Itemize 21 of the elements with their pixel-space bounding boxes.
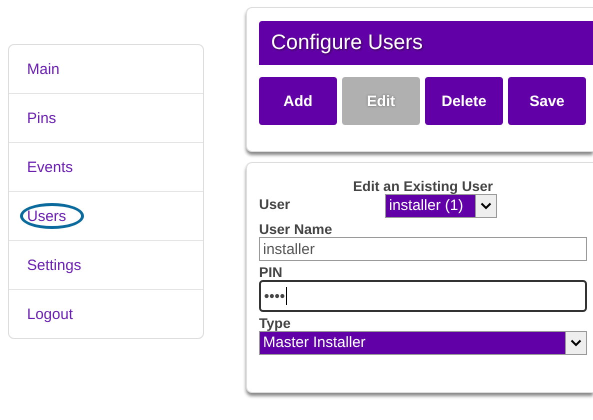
nav-link[interactable]: Pins: [27, 110, 56, 126]
dropdown[interactable]: installer (1): [385, 194, 497, 218]
action-button[interactable]: Add: [259, 77, 337, 125]
panel-title: Configure Users: [259, 21, 593, 65]
nav-link[interactable]: Events: [27, 158, 73, 176]
field-label: User Name: [259, 221, 332, 237]
chevron-down-icon: [480, 202, 492, 210]
chevron-down-icon: [570, 339, 582, 347]
action-button[interactable]: Delete: [425, 77, 503, 125]
nav-link[interactable]: Settings: [27, 256, 82, 274]
nav-link[interactable]: Users: [27, 208, 66, 224]
form-heading: Edit an Existing User: [352, 178, 494, 194]
action-button[interactable]: Save: [508, 77, 586, 125]
input-field[interactable]: installer: [259, 237, 587, 261]
dropdown[interactable]: Master Installer: [259, 331, 587, 355]
field-label: Type: [259, 315, 291, 331]
input-field[interactable]: ••••: [259, 280, 587, 312]
field-label: User: [259, 196, 292, 212]
nav-link[interactable]: Logout: [27, 306, 73, 322]
nav-link[interactable]: Main: [27, 60, 60, 78]
field-label: PIN: [259, 264, 282, 280]
